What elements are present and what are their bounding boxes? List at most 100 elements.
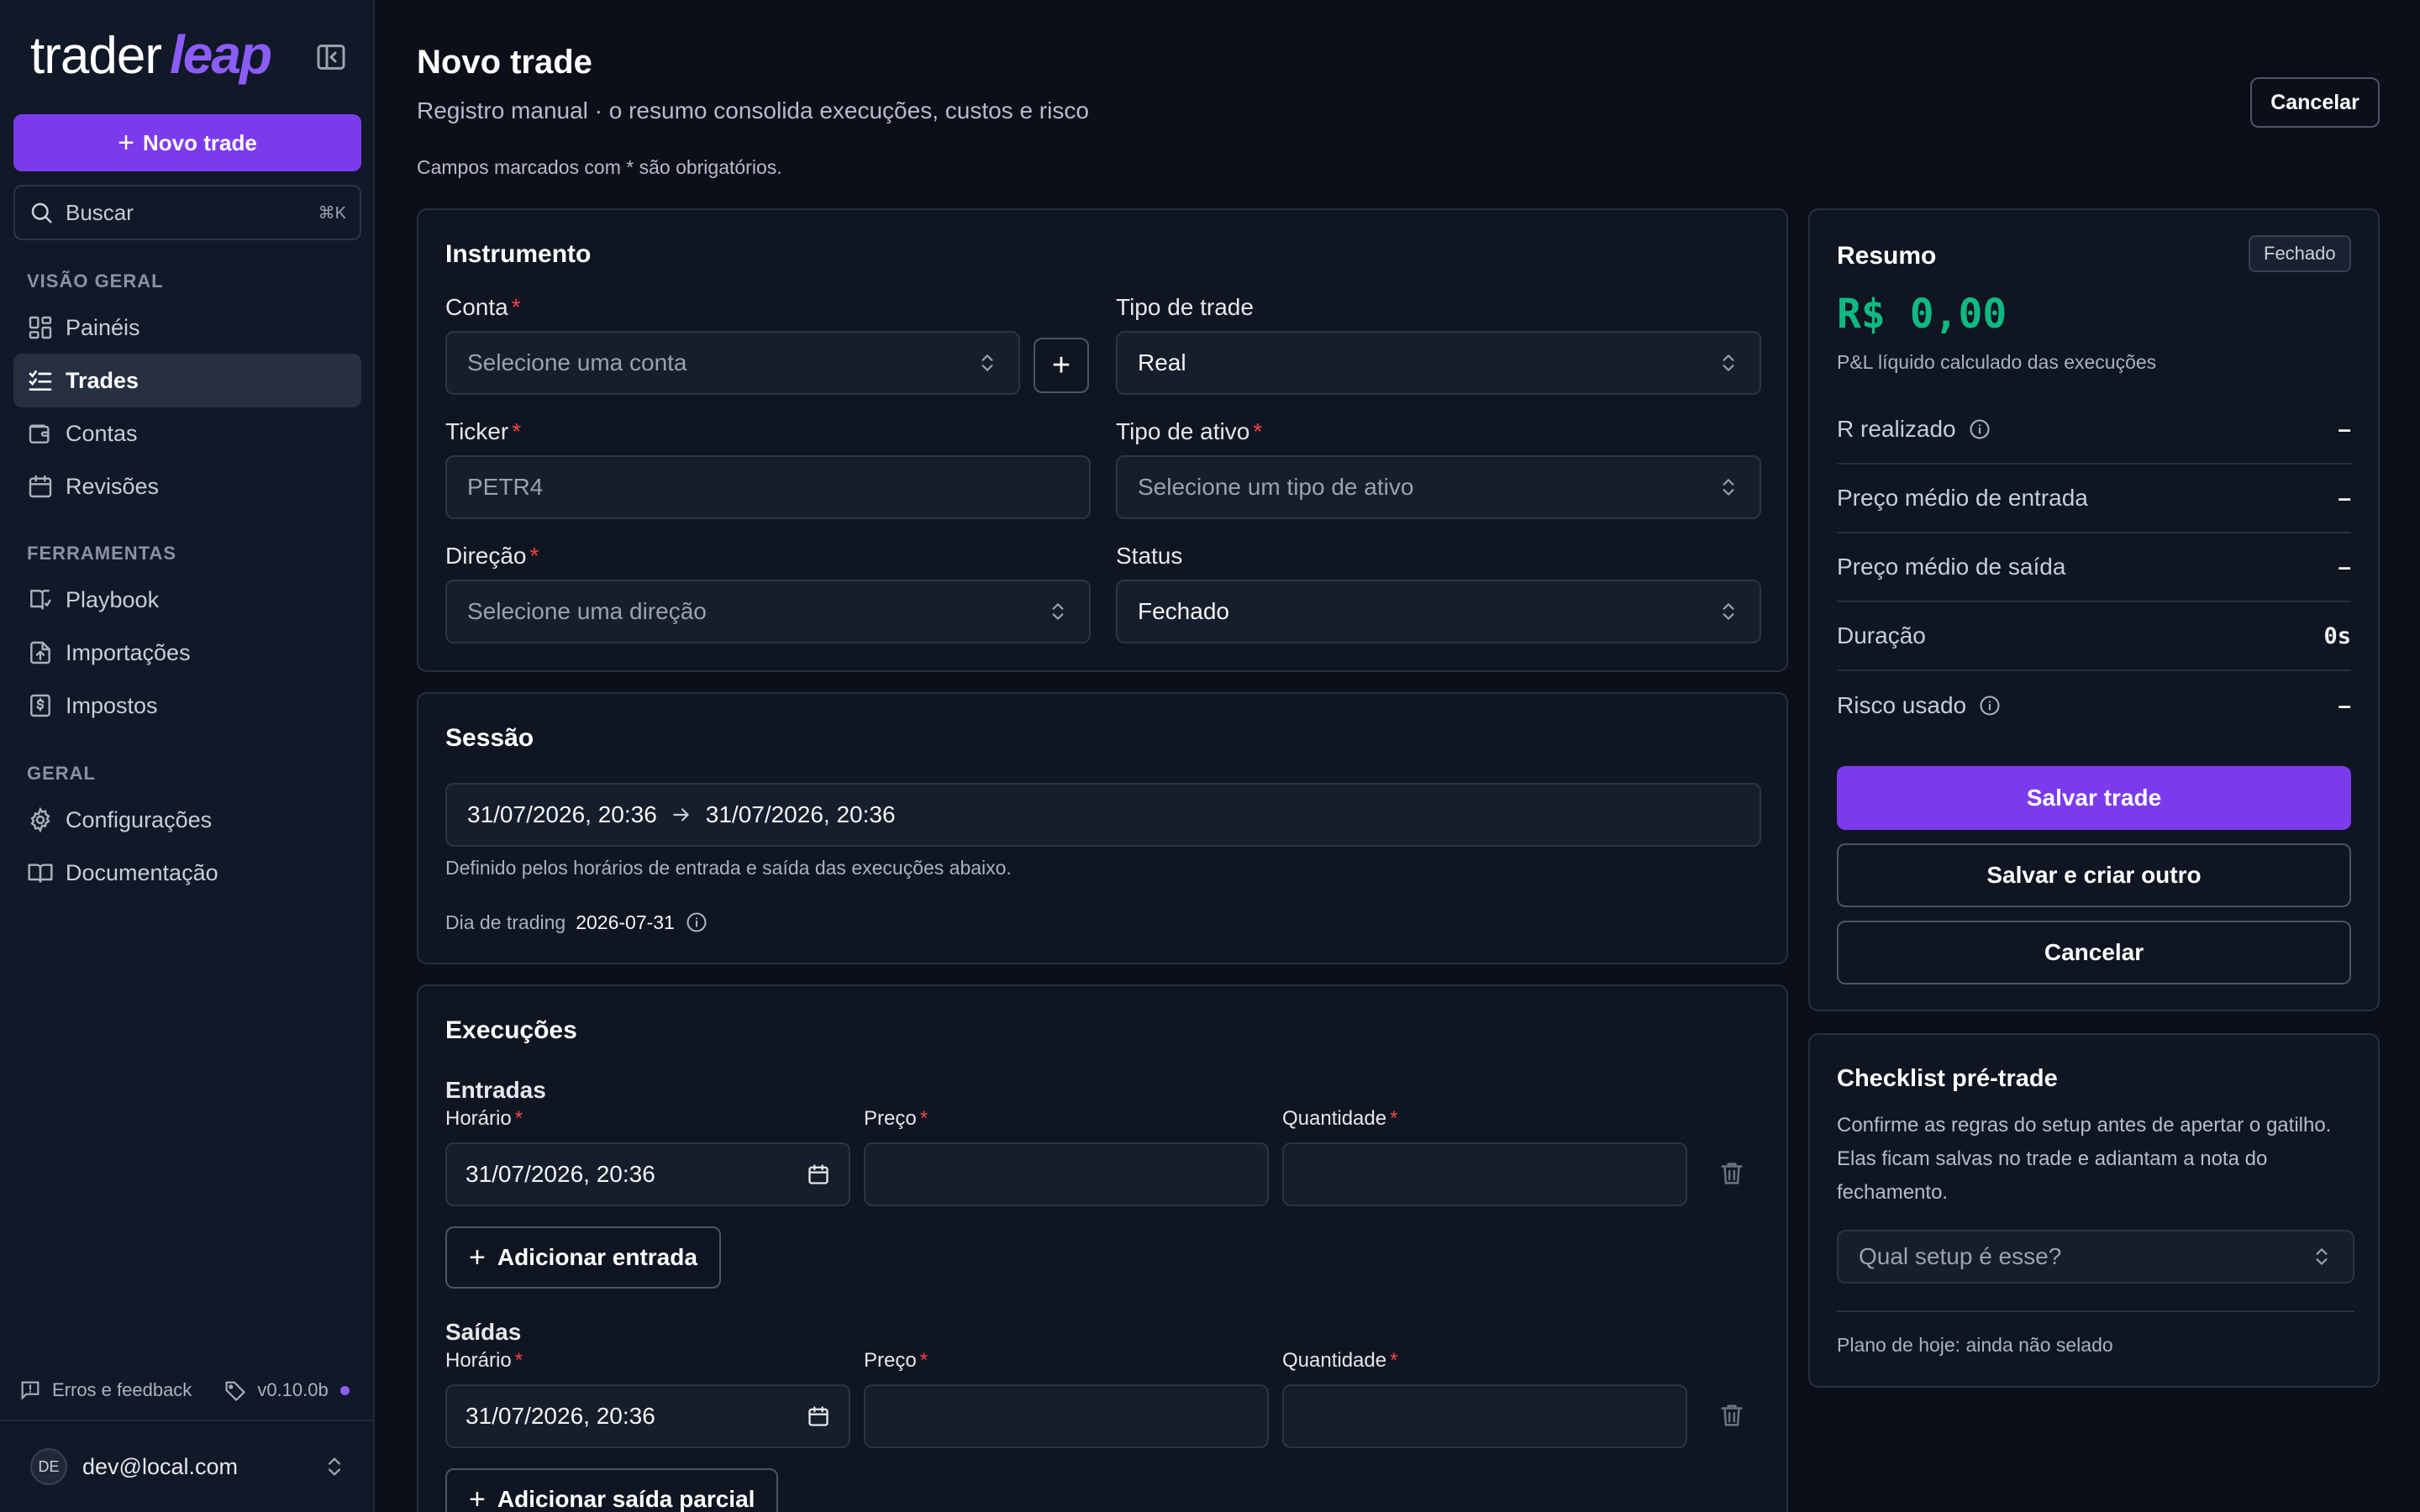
metric-value: – [2338,485,2351,511]
setup-select[interactable]: Qual setup é esse? [1837,1230,2354,1284]
open-book-icon [27,859,54,886]
add-account-button[interactable]: + [1034,338,1089,393]
exit-time-input[interactable]: 31/07/2026, 20:36 [445,1384,850,1448]
calendar-icon[interactable] [807,1404,830,1428]
header-cancel-button[interactable]: Cancelar [2250,77,2380,128]
entry-price-input[interactable] [864,1142,1269,1206]
ticker-input[interactable]: PETR4 [445,455,1091,519]
trade-type-value: Real [1138,349,1186,375]
user-menu[interactable]: DE dev@local.com [0,1420,375,1512]
page-subtitle: Registro manual · o resumo consolida exe… [417,97,1089,123]
metric-value: – [2338,554,2351,580]
chevron-up-down-icon [2311,1244,2333,1269]
summary-title: Resumo [1837,242,1937,270]
exit-qty-label: Quantidade * [1282,1349,1398,1372]
info-icon[interactable] [685,911,708,934]
feedback-icon [18,1378,42,1402]
add-entry-button[interactable]: + Adicionar entrada [445,1226,721,1289]
nav-heading-overview: VISÃO GERAL [27,270,164,291]
trading-day-value: 2026-07-31 [576,911,675,933]
metric-row-avg-entry: Preço médio de entrada – [1837,465,2351,533]
metric-value: 0s [2323,622,2351,649]
net-pnl-caption: P&L líquido calculado das execuções [1837,351,2157,373]
calendar-icon [27,473,54,500]
sidebar-item-label: Contas [66,420,138,446]
summary-cancel-button[interactable]: Cancelar [1837,921,2351,984]
add-partial-exit-button[interactable]: + Adicionar saída parcial [445,1468,779,1512]
account-select[interactable]: Selecione uma conta [445,331,1020,395]
sidebar-item-settings[interactable]: Configurações [13,793,361,847]
sidebar-item-label: Impostos [66,692,158,718]
exit-time-value: 31/07/2026, 20:36 [466,1403,655,1429]
trade-type-label: Tipo de trade [1116,294,1254,320]
version-text: v0.10.0b [257,1379,329,1400]
add-entry-label: Adicionar entrada [497,1244,697,1270]
info-icon[interactable] [1978,694,2002,717]
session-start: 31/07/2026, 20:36 [467,801,657,827]
chevron-up-down-icon [1718,599,1739,624]
exit-qty-input[interactable] [1282,1384,1687,1448]
save-and-new-button[interactable]: Salvar e criar outro [1837,843,2351,907]
metric-label: R realizado [1837,416,1956,442]
trade-type-select[interactable]: Real [1116,331,1761,395]
feedback-link[interactable]: Erros e feedback [52,1379,192,1401]
dashboard-icon [27,314,54,341]
sidebar-item-reviews[interactable]: Revisões [13,459,361,513]
version-badge[interactable]: v0.10.0b [224,1378,350,1402]
required-note: Campos marcados com * são obrigatórios. [417,156,782,178]
instrument-card: Instrumento Conta * Selecione uma conta +… [417,208,1788,672]
session-title: Sessão [445,724,534,752]
session-card: Sessão 31/07/2026, 20:36 31/07/2026, 20:… [417,692,1788,964]
status-label: Status [1116,543,1183,569]
book-icon [27,586,54,613]
metric-value: – [2338,692,2351,718]
account-placeholder: Selecione uma conta [467,349,687,375]
status-badge: Fechado [2249,235,2351,272]
account-label: Conta * [445,294,521,320]
metric-label: Preço médio de saída [1837,554,2066,580]
entry-time-input[interactable]: 31/07/2026, 20:36 [445,1142,850,1206]
sidebar-footer: Erros e feedback v0.10.0b [0,1369,375,1411]
sidebar-item-label: Trades [66,367,139,393]
sidebar-item-label: Importações [66,639,191,665]
sidebar-item-accounts[interactable]: Contas [13,407,361,460]
sidebar-item-taxes[interactable]: Impostos [13,679,361,732]
calendar-icon[interactable] [807,1163,830,1186]
direction-select[interactable]: Selecione uma direção [445,580,1091,643]
executions-card: Execuções Entradas Horário * Preço * Quant… [417,984,1788,1512]
ticker-placeholder: PETR4 [467,474,544,500]
sidebar-item-panels[interactable]: Painéis [13,301,361,354]
file-import-icon [27,639,54,666]
new-trade-button[interactable]: + Novo trade [13,114,361,171]
exit-price-input[interactable] [864,1384,1269,1448]
list-check-icon [27,367,54,394]
arrow-right-icon [671,804,692,826]
page-title: Novo trade [417,44,592,81]
search-input[interactable]: Buscar ⌘K [13,185,361,240]
avatar: DE [30,1448,67,1485]
sidebar-item-docs[interactable]: Documentação [13,846,361,900]
sidebar-item-trades[interactable]: Trades [13,354,361,407]
sidebar-item-label: Playbook [66,586,160,612]
plus-icon: + [118,127,135,159]
sidebar-item-label: Painéis [66,314,140,340]
delete-exit-icon[interactable] [1718,1401,1746,1430]
search-shortcut: ⌘K [318,203,346,223]
status-select[interactable]: Fechado [1116,580,1761,643]
status-value: Fechado [1138,598,1229,624]
checklist-title: Checklist pré-trade [1837,1065,2058,1092]
save-trade-button[interactable]: Salvar trade [1837,766,2351,830]
info-icon[interactable] [1968,417,1991,441]
session-end: 31/07/2026, 20:36 [705,801,896,827]
sidebar-collapse-icon[interactable] [314,40,348,74]
entries-title: Entradas [445,1077,546,1103]
search-placeholder: Buscar [66,199,134,225]
delete-entry-icon[interactable] [1718,1159,1746,1188]
entry-qty-input[interactable] [1282,1142,1687,1206]
asset-type-select[interactable]: Selecione um tipo de ativo [1116,455,1761,519]
brand-logo[interactable]: trader leap [30,24,272,86]
user-email: dev@local.com [82,1453,238,1479]
search-icon [29,200,54,225]
sidebar-item-imports[interactable]: Importações [13,626,361,680]
sidebar-item-playbook[interactable]: Playbook [13,573,361,627]
